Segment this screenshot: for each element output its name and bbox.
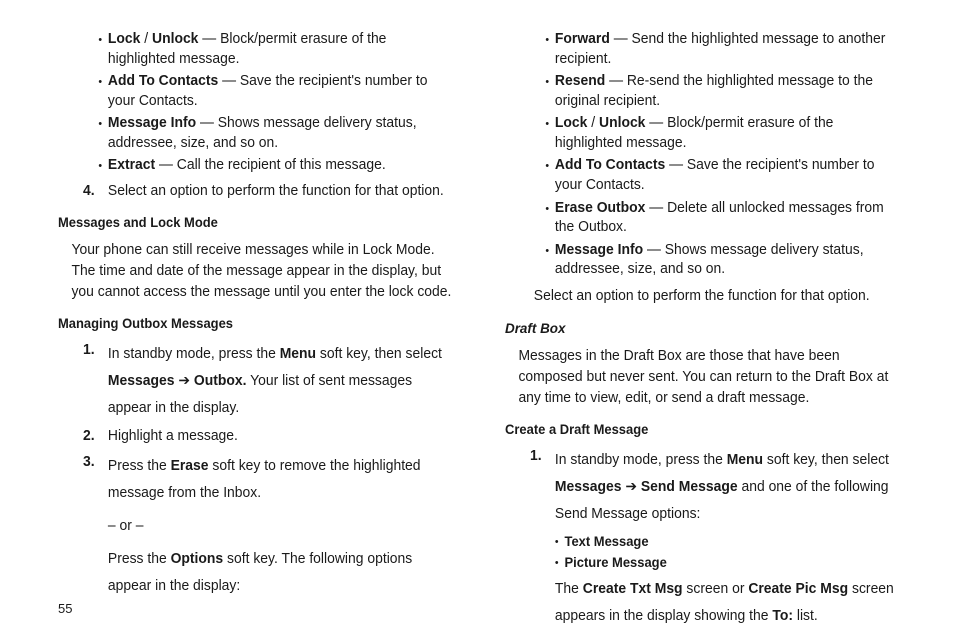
- bullet-dot-icon: •: [98, 72, 108, 111]
- bullet-text: Lock / Unlock — Block/permit erasure of …: [555, 114, 900, 153]
- bullet-item: • Erase Outbox — Delete all unlocked mes…: [545, 199, 899, 238]
- bullet-item: • Message Info — Shows message delivery …: [545, 241, 899, 280]
- step-text: In standby mode, press the Menu soft key…: [108, 341, 453, 421]
- step-number: 3.: [83, 453, 108, 507]
- bullet-text: Lock / Unlock — Block/permit erasure of …: [108, 30, 453, 69]
- bullet-dot-icon: •: [545, 156, 555, 195]
- bullet-dot-icon: •: [545, 199, 555, 238]
- step-number: 2.: [83, 427, 108, 447]
- bullet-item: • Message Info — Shows message delivery …: [98, 114, 452, 153]
- bullet-item: • Resend — Re-send the highlighted messa…: [545, 72, 899, 111]
- bullet-dot-icon: •: [545, 114, 555, 153]
- sub-bullet-item: • Picture Message: [555, 554, 900, 572]
- bullet-dot-icon: •: [555, 554, 565, 572]
- bullet-item: • Forward — Send the highlighted message…: [545, 30, 899, 69]
- paragraph: Select an option to perform the function…: [534, 286, 900, 307]
- bullet-text: Resend — Re-send the highlighted message…: [555, 72, 900, 111]
- bullet-item: • Extract — Call the recipient of this m…: [98, 156, 452, 176]
- bullet-dot-icon: •: [555, 533, 565, 551]
- bullet-dot-icon: •: [545, 72, 555, 111]
- bullet-item: • Add To Contacts — Save the recipient's…: [545, 156, 899, 195]
- or-separator: – or –: [108, 517, 453, 537]
- step-number: 1.: [530, 447, 555, 527]
- section-heading: Create a Draft Message: [505, 421, 900, 439]
- step-text: Select an option to perform the function…: [108, 182, 453, 202]
- step-text: In standby mode, press the Menu soft key…: [555, 447, 900, 527]
- step-continuation: The Create Txt Msg screen or Create Pic …: [555, 576, 900, 630]
- right-column: • Forward — Send the highlighted message…: [505, 30, 900, 626]
- step-text: Press the Erase soft key to remove the h…: [108, 453, 453, 507]
- bullet-dot-icon: •: [98, 156, 108, 176]
- sub-bullet-item: • Text Message: [555, 533, 900, 551]
- bullet-text: Erase Outbox — Delete all unlocked messa…: [555, 199, 900, 238]
- step-item: 4. Select an option to perform the funct…: [83, 182, 453, 202]
- bullet-text: Message Info — Shows message delivery st…: [108, 114, 453, 153]
- bullet-dot-icon: •: [545, 30, 555, 69]
- step-number: 4.: [83, 182, 108, 202]
- step-item: 1. In standby mode, press the Menu soft …: [83, 341, 453, 421]
- bullet-item: • Lock / Unlock — Block/permit erasure o…: [98, 30, 452, 69]
- step-continuation: Press the Options soft key. The followin…: [108, 546, 453, 600]
- bullet-dot-icon: •: [98, 114, 108, 153]
- bullet-text: Forward — Send the highlighted message t…: [555, 30, 900, 69]
- section-heading-italic: Draft Box: [505, 319, 900, 338]
- bullet-text: Message Info — Shows message delivery st…: [555, 241, 900, 280]
- bullet-item: • Lock / Unlock — Block/permit erasure o…: [545, 114, 899, 153]
- bullet-dot-icon: •: [98, 30, 108, 69]
- bullet-text: Add To Contacts — Save the recipient's n…: [108, 72, 453, 111]
- page-number: 55: [58, 601, 72, 616]
- bullet-text: Extract — Call the recipient of this mes…: [108, 156, 453, 176]
- section-heading: Messages and Lock Mode: [58, 214, 453, 232]
- step-item: 2. Highlight a message.: [83, 427, 453, 447]
- manual-page: • Lock / Unlock — Block/permit erasure o…: [0, 0, 954, 636]
- paragraph: Your phone can still receive messages wh…: [71, 240, 452, 303]
- step-item: 3. Press the Erase soft key to remove th…: [83, 453, 453, 507]
- bullet-text: Add To Contacts — Save the recipient's n…: [555, 156, 900, 195]
- step-number: 1.: [83, 341, 108, 421]
- bullet-dot-icon: •: [545, 241, 555, 280]
- step-text: Highlight a message.: [108, 427, 453, 447]
- paragraph: Messages in the Draft Box are those that…: [518, 346, 899, 409]
- sub-bullet-text: Text Message: [565, 533, 649, 551]
- sub-bullet-text: Picture Message: [565, 554, 667, 572]
- step-item: 1. In standby mode, press the Menu soft …: [530, 447, 900, 527]
- section-heading: Managing Outbox Messages: [58, 315, 453, 333]
- left-column: • Lock / Unlock — Block/permit erasure o…: [58, 30, 453, 626]
- bullet-item: • Add To Contacts — Save the recipient's…: [98, 72, 452, 111]
